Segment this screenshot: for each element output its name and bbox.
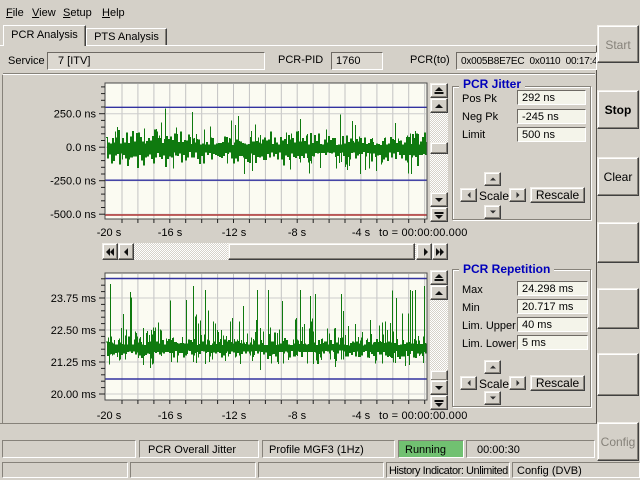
svg-text:-8 s: -8 s xyxy=(288,227,307,239)
svg-text:-500.0 ns: -500.0 ns xyxy=(50,209,96,221)
svg-text:-12 s: -12 s xyxy=(222,227,247,239)
svg-text:250.0 ns: 250.0 ns xyxy=(54,109,97,121)
svg-text:-4 s: -4 s xyxy=(352,227,371,239)
svg-text:-16 s: -16 s xyxy=(158,227,183,239)
svg-text:-8 s: -8 s xyxy=(288,410,307,422)
svg-text:-16 s: -16 s xyxy=(158,410,183,422)
svg-text:22.50 ms: 22.50 ms xyxy=(51,325,97,337)
svg-text:23.75 ms: 23.75 ms xyxy=(51,293,97,305)
svg-text:-20 s: -20 s xyxy=(97,410,122,422)
svg-text:0.0 ns: 0.0 ns xyxy=(66,142,96,154)
svg-text:to = 00:00:00.000: to = 00:00:00.000 xyxy=(379,227,468,239)
svg-text:21.25 ms: 21.25 ms xyxy=(51,357,97,369)
svg-text:-250.0 ns: -250.0 ns xyxy=(50,176,96,188)
svg-text:20.00 ms: 20.00 ms xyxy=(51,389,97,401)
svg-text:-12 s: -12 s xyxy=(222,410,247,422)
svg-text:-4 s: -4 s xyxy=(352,410,371,422)
svg-text:to = 00:00:00.000: to = 00:00:00.000 xyxy=(379,410,468,422)
svg-text:-20 s: -20 s xyxy=(97,227,122,239)
